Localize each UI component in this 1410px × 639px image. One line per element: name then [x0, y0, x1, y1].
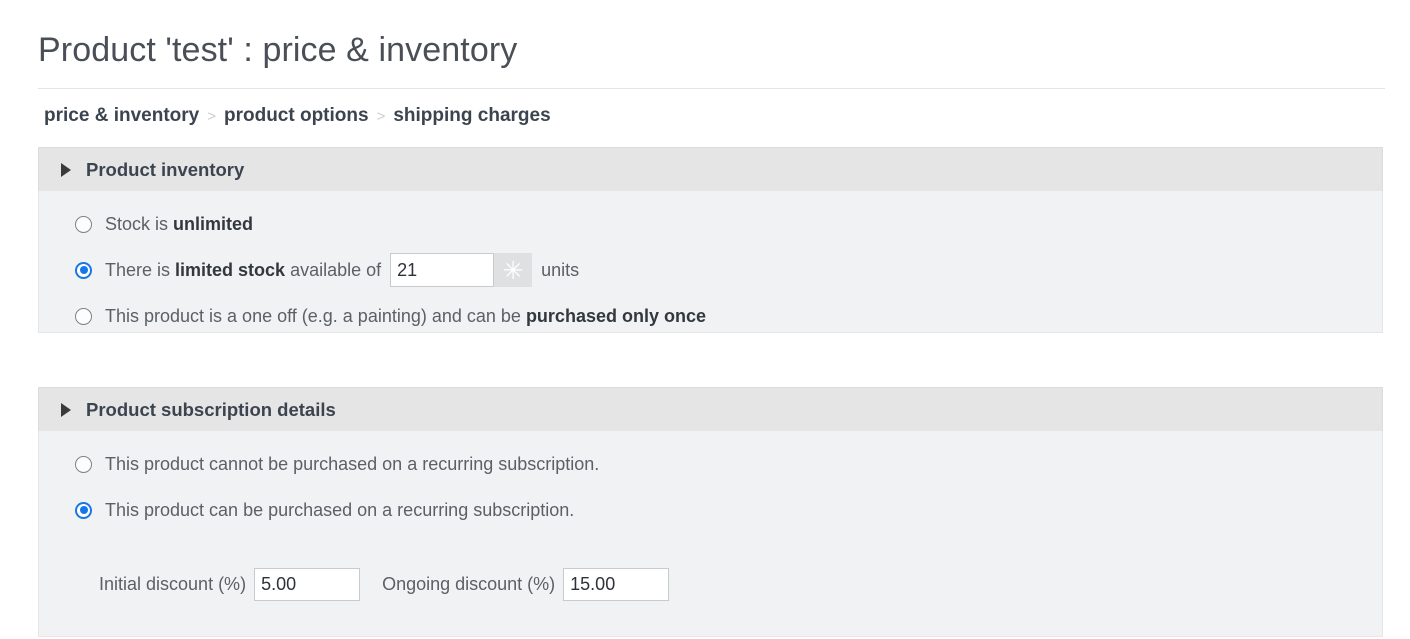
- radio-stock-unlimited[interactable]: [75, 215, 92, 233]
- stock-quantity-field: ✳: [390, 253, 533, 287]
- radio-text-after: available of: [290, 259, 382, 280]
- initial-discount-label: Initial discount (%): [99, 573, 247, 594]
- radio-stock-one-off[interactable]: [75, 307, 92, 325]
- product-price-inventory-page: Product 'test' : price & inventory price…: [0, 0, 1410, 639]
- radio-row-subscription-yes[interactable]: This product can be purchased on a recur…: [39, 487, 1382, 533]
- breadcrumb-item-shipping-charges[interactable]: shipping charges: [393, 103, 550, 129]
- stock-quantity-input[interactable]: [390, 253, 495, 287]
- radio-subscription-no[interactable]: [75, 455, 92, 473]
- breadcrumb-separator: >: [376, 108, 386, 125]
- breadcrumb: price & inventory > product options > sh…: [44, 103, 551, 130]
- radio-text-bold: limited stock: [175, 259, 286, 280]
- radio-text-before: There is: [105, 259, 171, 280]
- breadcrumb-item-product-options[interactable]: product options: [224, 103, 369, 129]
- asterisk-icon: ✳: [502, 255, 524, 285]
- section-header-product-inventory[interactable]: Product inventory: [38, 147, 1383, 191]
- section-header-product-subscription[interactable]: Product subscription details: [38, 387, 1383, 431]
- radio-label-subscription-yes: This product can be purchased on a recur…: [105, 499, 575, 520]
- triangle-right-icon[interactable]: [61, 162, 71, 177]
- section-body-product-inventory: Stock is unlimited There is limited stoc…: [38, 191, 1383, 333]
- radio-row-subscription-no[interactable]: This product cannot be purchased on a re…: [39, 441, 1382, 487]
- ongoing-discount-input[interactable]: [563, 567, 670, 601]
- initial-discount-input[interactable]: [254, 567, 361, 601]
- radio-label-stock-limited: There is limited stock available of ✳ un…: [105, 253, 579, 287]
- ongoing-discount-label: Ongoing discount (%): [382, 573, 556, 594]
- page-title: Product 'test' : price & inventory: [38, 31, 518, 69]
- radio-text-before: Stock is: [105, 213, 169, 234]
- breadcrumb-separator: >: [207, 108, 216, 125]
- title-divider: [38, 88, 1385, 89]
- section-body-product-subscription: This product cannot be purchased on a re…: [38, 431, 1383, 637]
- radio-subscription-yes[interactable]: [75, 501, 92, 519]
- radio-label-stock-unlimited: Stock is unlimited: [105, 214, 253, 235]
- stock-spinner-button[interactable]: ✳: [494, 253, 533, 287]
- section-product-subscription: Product subscription details This produc…: [38, 387, 1383, 637]
- radio-text-before: This product is a one off (e.g. a painti…: [105, 305, 521, 326]
- section-title-product-subscription: Product subscription details: [86, 398, 336, 420]
- radio-label-subscription-no: This product cannot be purchased on a re…: [105, 453, 600, 474]
- section-title-product-inventory: Product inventory: [86, 158, 245, 180]
- triangle-right-icon[interactable]: [61, 402, 71, 417]
- radio-label-stock-one-off: This product is a one off (e.g. a painti…: [105, 306, 706, 327]
- radio-stock-limited[interactable]: [75, 261, 92, 279]
- stock-units-label: units: [541, 259, 580, 280]
- radio-text-bold: unlimited: [173, 213, 254, 234]
- breadcrumb-item-price-inventory[interactable]: price & inventory: [44, 103, 199, 129]
- discount-fields-row: Initial discount (%) Ongoing discount (%…: [39, 561, 1382, 607]
- radio-row-stock-one-off[interactable]: This product is a one off (e.g. a painti…: [39, 293, 1382, 339]
- radio-row-stock-unlimited[interactable]: Stock is unlimited: [39, 201, 1382, 247]
- radio-text-bold: purchased only once: [525, 305, 706, 326]
- section-product-inventory: Product inventory Stock is unlimited The…: [38, 147, 1383, 333]
- radio-row-stock-limited[interactable]: There is limited stock available of ✳ un…: [39, 247, 1382, 293]
